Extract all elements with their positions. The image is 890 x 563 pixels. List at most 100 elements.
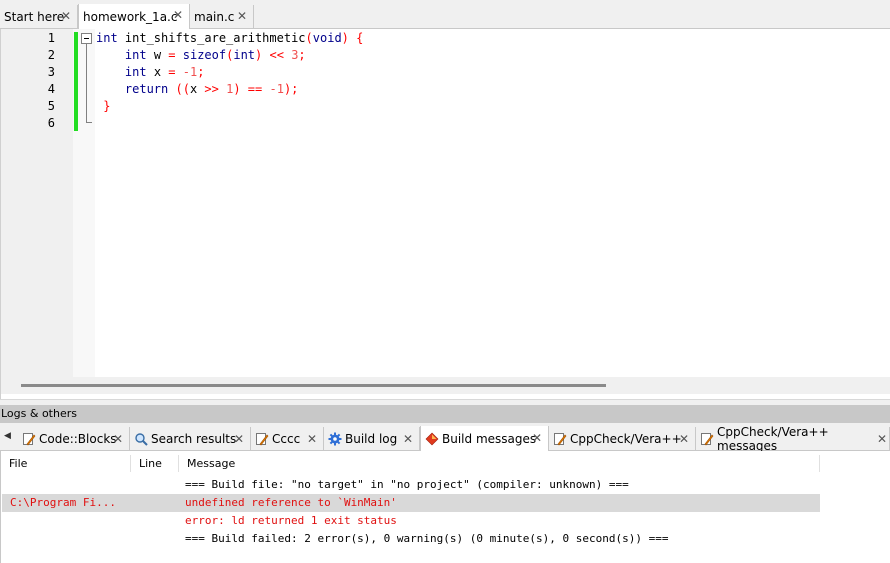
identifier: int_shifts_are_arithmetic xyxy=(117,31,306,45)
operator: ( xyxy=(305,31,313,45)
line-number-gutter: 1 2 3 4 5 6 xyxy=(1,29,73,377)
message-row[interactable]: === Build failed: 2 error(s), 0 warning(… xyxy=(2,530,820,548)
number: -1 xyxy=(269,82,284,96)
identifier: x xyxy=(189,82,205,96)
message-text: undefined reference to `WinMain' xyxy=(185,496,397,509)
tab-label: CppCheck/Vera++ messages xyxy=(717,425,829,453)
tab-cppcheck-vera[interactable]: CppCheck/Vera++ ✕ xyxy=(549,427,696,451)
scrollbar-thumb[interactable] xyxy=(21,384,606,387)
line-number: 3 xyxy=(47,65,55,79)
operator: ; xyxy=(197,65,205,79)
logs-tab-bar: ◀ Code::Blocks ✕ Search results ✕ Cccc ✕… xyxy=(0,424,890,453)
fold-end xyxy=(86,122,92,123)
close-icon[interactable]: ✕ xyxy=(61,10,71,22)
keyword: int xyxy=(124,65,147,79)
tab-label: homework_1a.c xyxy=(83,9,178,24)
tab-code-blocks[interactable]: Code::Blocks ✕ xyxy=(18,427,130,451)
line-number: 6 xyxy=(47,116,55,130)
build-messages-list[interactable]: File Line Message === Build file: "no ta… xyxy=(0,451,890,563)
keyword: void xyxy=(312,31,342,45)
number: -1 xyxy=(182,65,198,79)
gear-icon xyxy=(328,432,342,446)
operator: } xyxy=(103,99,111,113)
identifier: x xyxy=(146,65,169,79)
keyword: int xyxy=(233,48,256,62)
operator: { xyxy=(348,31,364,45)
tab-label: Build messages xyxy=(442,431,537,446)
document-pencil-icon xyxy=(554,433,567,446)
operator: == xyxy=(247,82,263,96)
operator: << xyxy=(269,48,284,62)
close-icon[interactable]: ✕ xyxy=(877,433,887,445)
column-header-file[interactable]: File xyxy=(1,455,131,472)
fold-toggle-icon[interactable] xyxy=(81,33,92,44)
document-pencil-icon xyxy=(701,433,714,446)
tab-cccc[interactable]: Cccc ✕ xyxy=(251,427,324,451)
column-header-line[interactable]: Line xyxy=(131,455,179,472)
tab-label: Code::Blocks xyxy=(39,432,117,446)
code-line-3: int x = -1; xyxy=(96,64,205,81)
message-row[interactable]: === Build file: "no target" in "no proje… xyxy=(2,476,820,494)
tab-build-log[interactable]: Build log ✕ xyxy=(324,427,420,451)
close-icon[interactable]: ✕ xyxy=(532,432,542,444)
code-line-5: } xyxy=(96,98,110,115)
tab-main-c[interactable]: main.c ✕ xyxy=(190,5,254,29)
operator: ; xyxy=(298,48,306,62)
keyword: sizeof xyxy=(182,48,227,62)
editor-tab-bar: Start here ✕ homework_1a.c ✕ main.c ✕ xyxy=(0,0,890,29)
tab-cppcheck-vera-messages[interactable]: CppCheck/Vera++ messages ✕ xyxy=(696,425,890,453)
code-line-1: int int_shifts_are_arithmetic(void) { xyxy=(96,30,363,47)
message-row[interactable]: error: ld returned 1 exit status xyxy=(2,512,820,530)
tab-label: CppCheck/Vera++ xyxy=(570,432,682,446)
logs-panel-title: Logs & others xyxy=(0,405,890,423)
tab-search-results[interactable]: Search results ✕ xyxy=(130,427,251,451)
document-pencil-icon xyxy=(23,433,36,446)
operator: = xyxy=(168,48,176,62)
tab-build-messages[interactable]: Build messages ✕ xyxy=(420,426,549,451)
line-number: 1 xyxy=(47,31,55,45)
message-row[interactable]: C:\Program Fi... undefined reference to … xyxy=(2,494,820,512)
operator: (( xyxy=(175,82,190,96)
operator: ); xyxy=(283,82,299,96)
line-number: 4 xyxy=(47,82,55,96)
operator: >> xyxy=(204,82,219,96)
close-icon[interactable]: ✕ xyxy=(113,433,123,445)
message-text: error: ld returned 1 exit status xyxy=(185,514,397,527)
identifier: w xyxy=(146,48,169,62)
code-line-4: return ((x >> 1) == -1); xyxy=(96,81,298,98)
operator: ) xyxy=(341,31,349,45)
line-number: 2 xyxy=(47,48,55,62)
diamond-icon xyxy=(425,432,439,445)
tab-label: Cccc xyxy=(272,432,301,446)
close-icon[interactable]: ✕ xyxy=(237,10,247,22)
message-text: === Build failed: 2 error(s), 0 warning(… xyxy=(185,532,669,545)
tab-start-here[interactable]: Start here ✕ xyxy=(0,5,78,29)
close-icon[interactable]: ✕ xyxy=(403,433,413,445)
close-icon[interactable]: ✕ xyxy=(234,433,244,445)
tab-label: Search results xyxy=(151,432,237,446)
close-icon[interactable]: ✕ xyxy=(679,433,689,445)
tab-label: Build log xyxy=(345,432,398,446)
close-icon[interactable]: ✕ xyxy=(173,9,183,21)
horizontal-scrollbar[interactable] xyxy=(1,377,890,394)
close-icon[interactable]: ✕ xyxy=(307,433,317,445)
code-editor[interactable]: 1 2 3 4 5 6 int int_shifts_are_arithmeti… xyxy=(0,29,890,399)
document-pencil-icon xyxy=(256,433,269,446)
keyword: int xyxy=(124,48,147,62)
column-header-message[interactable]: Message xyxy=(179,455,820,472)
operator: = xyxy=(168,65,176,79)
message-file: C:\Program Fi... xyxy=(10,496,116,509)
tab-scroll-left-icon[interactable]: ◀ xyxy=(4,431,12,441)
code-line-2: int w = sizeof(int) << 3; xyxy=(96,47,306,64)
fold-line xyxy=(86,44,87,123)
tab-homework-1a-c[interactable]: homework_1a.c ✕ xyxy=(78,4,190,29)
message-text: === Build file: "no target" in "no proje… xyxy=(185,478,629,491)
keyword: int xyxy=(96,31,118,45)
